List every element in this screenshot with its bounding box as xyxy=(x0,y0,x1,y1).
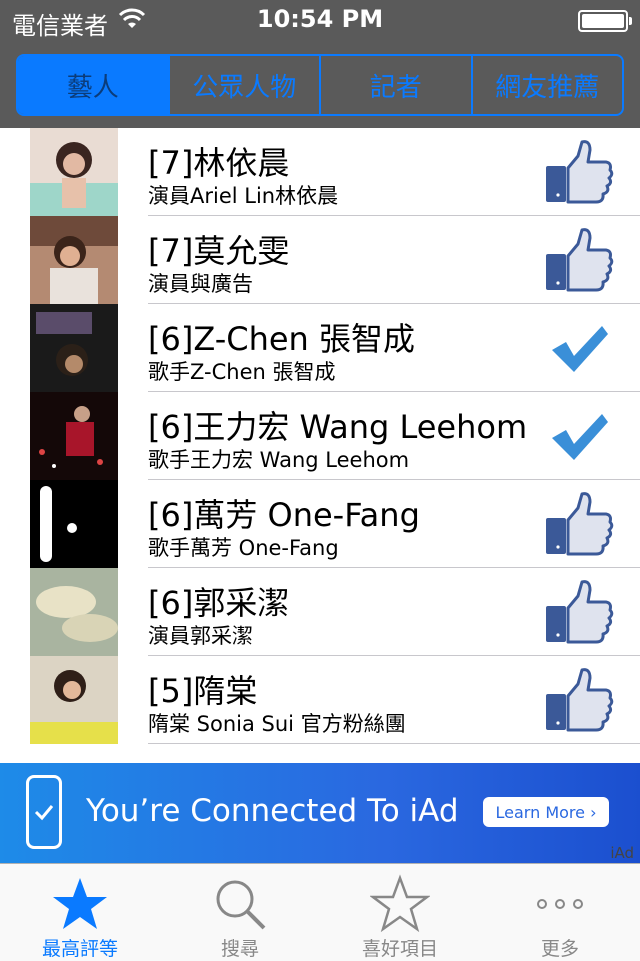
thumbs-up-icon[interactable] xyxy=(544,488,614,558)
avatar xyxy=(30,128,118,216)
thumbs-up-icon[interactable] xyxy=(544,576,614,646)
category-segmented-control: 藝人 公眾人物 記者 網友推薦 xyxy=(16,54,624,116)
item-title: [6]郭采潔 xyxy=(148,584,290,622)
tab-more[interactable]: 更多 xyxy=(480,864,640,961)
item-subtitle: 演員郭采潔 xyxy=(148,624,253,648)
item-subtitle: 演員Ariel Lin林依晨 xyxy=(148,184,339,208)
list-item[interactable]: [6]萬芳 One-Fang 歌手萬芳 One-Fang xyxy=(0,480,640,568)
header: 電信業者 10:54 PM 藝人 公眾人物 記者 網友推薦 xyxy=(0,0,640,128)
learn-more-button[interactable]: Learn More › xyxy=(483,797,609,827)
checkmark-icon[interactable] xyxy=(544,400,614,470)
item-subtitle: 歌手Z-Chen 張智成 xyxy=(148,360,336,384)
item-title: [5]隋棠 xyxy=(148,672,258,710)
celebrity-list: [7]林依晨 演員Ariel Lin林依晨 [7]莫允雯 演員與廣告 [6]Z-… xyxy=(0,128,640,744)
item-title: [7]林依晨 xyxy=(148,144,290,182)
list-item[interactable]: [7]林依晨 演員Ariel Lin林依晨 xyxy=(0,128,640,216)
avatar xyxy=(30,480,118,568)
tab-bar: 最高評等 搜尋 喜好項目 更多 xyxy=(0,863,640,961)
star-filled-icon xyxy=(53,878,107,929)
tab-label: 搜尋 xyxy=(220,938,259,960)
tab-favorites[interactable]: 喜好項目 xyxy=(320,864,480,961)
star-outline-icon xyxy=(370,874,430,933)
search-icon xyxy=(216,880,266,930)
segment-reporters[interactable]: 記者 xyxy=(319,56,471,114)
status-bar: 電信業者 10:54 PM xyxy=(0,0,640,40)
clock: 10:54 PM xyxy=(256,5,384,33)
item-title: [6]Z-Chen 張智成 xyxy=(148,320,416,358)
item-subtitle: 歌手王力宏 Wang Leehom xyxy=(148,448,410,472)
avatar xyxy=(30,656,118,744)
iad-logo: iAd xyxy=(610,844,634,862)
segment-artists[interactable]: 藝人 xyxy=(18,56,168,114)
item-title: [6]萬芳 One-Fang xyxy=(148,496,420,534)
list-item[interactable]: [6]王力宏 Wang Leehom 歌手王力宏 Wang Leehom xyxy=(0,392,640,480)
tab-label: 最高評等 xyxy=(41,938,118,960)
phone-check-icon xyxy=(26,775,62,849)
more-icon xyxy=(537,899,583,909)
avatar xyxy=(30,392,118,480)
avatar xyxy=(30,568,118,656)
list-item[interactable]: [6]Z-Chen 張智成 歌手Z-Chen 張智成 xyxy=(0,304,640,392)
item-subtitle: 歌手萬芳 One-Fang xyxy=(148,536,339,560)
list-item[interactable]: [7]莫允雯 演員與廣告 xyxy=(0,216,640,304)
segment-user-recommended[interactable]: 網友推薦 xyxy=(470,56,623,114)
tab-search[interactable]: 搜尋 xyxy=(160,864,320,961)
row-divider xyxy=(148,743,640,744)
ad-headline: You’re Connected To iAd xyxy=(86,793,459,829)
item-subtitle: 演員與廣告 xyxy=(148,272,253,296)
item-title: [6]王力宏 Wang Leehom xyxy=(148,408,528,446)
tab-label: 更多 xyxy=(540,938,579,960)
item-subtitle: 隋棠 Sonia Sui 官方粉絲團 xyxy=(148,712,406,736)
tab-top-rated[interactable]: 最高評等 xyxy=(0,864,160,961)
list-item[interactable]: [5]隋棠 隋棠 Sonia Sui 官方粉絲團 xyxy=(0,656,640,744)
iad-banner[interactable]: You’re Connected To iAd Learn More › xyxy=(0,763,640,863)
segment-public-figures[interactable]: 公眾人物 xyxy=(167,56,320,114)
item-title: [7]莫允雯 xyxy=(148,232,290,270)
battery-icon xyxy=(578,10,632,32)
thumbs-up-icon[interactable] xyxy=(544,664,614,734)
checkmark-icon[interactable] xyxy=(544,312,614,382)
thumbs-up-icon[interactable] xyxy=(544,136,614,206)
thumbs-up-icon[interactable] xyxy=(544,224,614,294)
tab-label: 喜好項目 xyxy=(361,938,438,960)
avatar xyxy=(30,216,118,304)
avatar xyxy=(30,304,118,392)
list-item[interactable]: [6]郭采潔 演員郭采潔 xyxy=(0,568,640,656)
